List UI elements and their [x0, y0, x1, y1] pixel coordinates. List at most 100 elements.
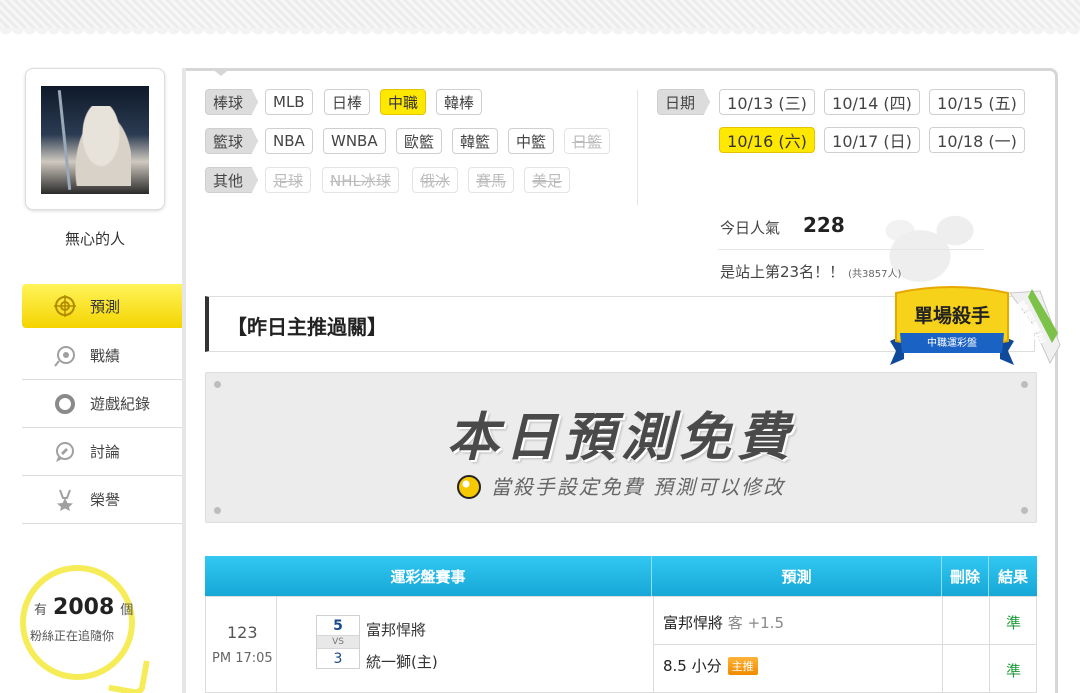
fans-count: 2008 [53, 595, 115, 620]
date-tab-1013[interactable]: 10/13 (三) [719, 89, 815, 115]
column-divider [989, 597, 990, 693]
category-label-other: 其他 [205, 167, 259, 193]
medal-icon [54, 489, 76, 511]
league-tag-american-football: 美足 [524, 167, 571, 193]
banner-screw [214, 507, 221, 514]
banner-screw [214, 381, 221, 388]
header-prediction: 預測 [652, 556, 942, 596]
recommendation-title: 【昨日主推過關】 [227, 315, 387, 339]
chat-icon [54, 441, 76, 463]
prediction-spread-line: 客 +1.5 [727, 614, 784, 632]
banner-subtitle-line: 當殺手設定免費 預測可以修改 [206, 471, 1036, 501]
banner-screw [1021, 507, 1028, 514]
sidebar-item-label: 戰績 [90, 347, 121, 365]
record-icon [54, 345, 76, 367]
league-tag-euro-basketball[interactable]: 歐籃 [396, 128, 443, 154]
league-tag-soccer: 足球 [265, 167, 312, 193]
avatar-figure-shape [71, 106, 131, 186]
badge-subtitle: 中職運彩盤 [927, 338, 977, 349]
table-row: 123 PM 17:05 5 VS 3 富邦悍將 統一獅(主) 富邦悍將 客 +… [205, 596, 1037, 693]
main-pick-badge: 主推 [727, 656, 758, 675]
fans-caption: 粉絲正在追隨你 [30, 629, 115, 643]
category-label-baseball: 棒球 [205, 89, 259, 115]
rank-main: 是站上第23名！！ [720, 263, 845, 281]
sidebar-item-predict[interactable]: 預測 [22, 284, 194, 328]
popularity-label: 今日人氣 [720, 219, 781, 237]
team-away: 富邦悍將 [366, 621, 427, 639]
league-tag-nhl: NHL冰球 [322, 167, 399, 193]
league-tag-nba[interactable]: NBA [265, 128, 313, 154]
league-tag-korea-basketball[interactable]: 韓籃 [452, 128, 499, 154]
sidebar-item-label: 榮譽 [90, 491, 121, 509]
fans-count-line: 有 2008 個 [34, 595, 134, 620]
prediction-spread-team: 富邦悍將 [663, 614, 724, 632]
top-decoration-strip [0, 0, 1080, 38]
date-tab-1018[interactable]: 10/18 (一) [929, 127, 1025, 153]
target-icon [54, 295, 76, 317]
sidebar-item-honor[interactable]: 榮譽 [22, 476, 185, 524]
league-tag-wnba[interactable]: WNBA [323, 128, 386, 154]
score-box: 5 VS 3 [316, 615, 360, 669]
sidebar-item-label: 預測 [90, 297, 121, 316]
game-time: PM 17:05 [212, 651, 273, 666]
date-tab-1016[interactable]: 10/16 (六) [719, 127, 815, 153]
banner-screw [1021, 381, 1028, 388]
header-event: 運彩盤賽事 [205, 556, 652, 596]
league-tag-cpbl[interactable]: 中職 [380, 89, 427, 115]
league-tag-npb[interactable]: 日棒 [324, 89, 371, 115]
date-label: 日期 [657, 89, 711, 115]
category-label-basketball: 籃球 [205, 128, 259, 154]
profile-card[interactable] [25, 68, 165, 210]
column-divider [942, 597, 943, 693]
rank-text: 是站上第23名！！ (共3857人) [720, 261, 901, 282]
avatar-sword-shape [57, 90, 72, 190]
prediction-total-value: 8.5 小分 [663, 657, 722, 675]
result-spread: 準 [1006, 614, 1022, 632]
date-tab-1017[interactable]: 10/17 (日) [824, 127, 920, 153]
sidebar-item-label: 遊戲紀錄 [90, 395, 151, 413]
sidebar-item-label: 討論 [90, 443, 121, 461]
score-away: 5 [333, 617, 343, 634]
sidebar-nav: 預測 戰績 遊戲紀錄 討論 榮譽 [22, 284, 194, 524]
free-prediction-banner: 本日預測免費 當殺手設定免費 預測可以修改 [205, 372, 1037, 523]
rank-total: (共3857人) [848, 269, 902, 280]
sidebar-item-discussion[interactable]: 討論 [22, 428, 185, 476]
league-tag-kbo[interactable]: 韓棒 [436, 89, 483, 115]
sidebar-item-record[interactable]: 戰績 [22, 332, 185, 380]
killer-badge: 單場殺手 中職運彩盤 長期穩定 [882, 283, 1062, 385]
league-tag-mlb[interactable]: MLB [265, 89, 313, 115]
banner-subtitle: 當殺手設定免費 預測可以修改 [490, 475, 786, 499]
column-divider [653, 597, 654, 693]
game-number: 123 [227, 623, 258, 642]
prediction-divider [653, 644, 1037, 645]
fans-badge: 有 2008 個 粉絲正在追隨你 [20, 565, 135, 680]
table-header: 運彩盤賽事 預測 刪除 結果 [205, 556, 1037, 596]
result-total: 準 [1006, 662, 1022, 680]
score-home: 3 [333, 650, 343, 667]
league-tag-russia-hockey: 俄冰 [412, 167, 459, 193]
lightbulb-icon [456, 474, 481, 499]
team-home: 統一獅(主) [366, 653, 438, 671]
header-delete: 刪除 [942, 556, 989, 596]
fans-suffix: 個 [120, 603, 134, 618]
banner-title: 本日預測免費 [446, 408, 795, 468]
column-divider [276, 597, 277, 693]
ring-icon [54, 393, 76, 415]
popularity-separator [718, 249, 984, 250]
header-result: 結果 [997, 567, 1028, 586]
prediction-table: 運彩盤賽事 預測 刪除 結果 123 PM 17:05 5 VS 3 富邦悍將 … [205, 556, 1037, 693]
league-tag-horse-racing: 賽馬 [468, 167, 515, 193]
league-tag-china-basketball[interactable]: 中籃 [508, 128, 555, 154]
date-tab-1014[interactable]: 10/14 (四) [824, 89, 920, 115]
prediction-spread: 富邦悍將 客 +1.5 [663, 612, 784, 633]
fans-prefix: 有 [34, 603, 48, 618]
avatar[interactable] [41, 86, 149, 194]
league-tag-japan-basketball: 日籃 [564, 128, 611, 154]
badge-title: 單場殺手 [913, 305, 990, 327]
popularity-value: 228 [803, 213, 845, 237]
username: 無心的人 [64, 230, 125, 248]
filter-divider [637, 90, 638, 205]
date-tab-1015[interactable]: 10/15 (五) [929, 89, 1025, 115]
sidebar-item-game-log[interactable]: 遊戲紀錄 [22, 380, 185, 428]
score-vs: VS [317, 635, 359, 649]
